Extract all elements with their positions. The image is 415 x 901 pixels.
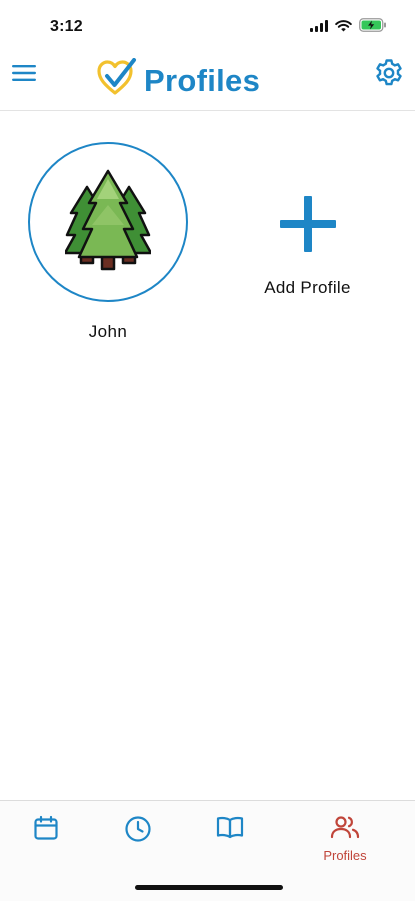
tab-calendar[interactable]	[16, 815, 76, 846]
tab-profiles-label: Profiles	[323, 848, 367, 863]
plus-icon	[245, 192, 370, 256]
wifi-icon	[335, 19, 352, 37]
profile-card-john[interactable]: John	[28, 142, 188, 342]
title-group: Profiles	[96, 58, 260, 103]
cellular-signal-icon	[310, 19, 328, 37]
gear-icon	[374, 58, 404, 93]
avatar	[28, 142, 188, 302]
people-icon	[330, 815, 360, 844]
tab-bar: Profiles	[0, 800, 415, 901]
app-header: Profiles	[0, 50, 415, 111]
menu-button[interactable]	[10, 63, 38, 87]
pine-trees-avatar-icon	[63, 167, 153, 278]
status-time: 3:12	[50, 18, 83, 35]
profile-name: John	[88, 322, 128, 341]
home-indicator[interactable]	[135, 885, 283, 890]
heart-check-logo-icon	[96, 58, 138, 103]
status-bar: 3:12	[0, 0, 415, 50]
page-title: Profiles	[144, 62, 261, 98]
clock-icon	[124, 815, 152, 848]
settings-button[interactable]	[373, 58, 405, 93]
tab-history[interactable]	[108, 815, 168, 848]
book-icon	[216, 815, 244, 844]
add-profile-label: Add Profile	[264, 278, 351, 297]
tab-journal[interactable]	[200, 815, 260, 844]
status-icons	[310, 18, 387, 37]
hamburger-menu-icon	[12, 64, 36, 87]
battery-charging-icon	[359, 18, 387, 37]
calendar-icon	[33, 815, 59, 846]
tab-profiles[interactable]: Profiles	[315, 815, 375, 863]
add-profile-button[interactable]: Add Profile	[245, 192, 370, 298]
